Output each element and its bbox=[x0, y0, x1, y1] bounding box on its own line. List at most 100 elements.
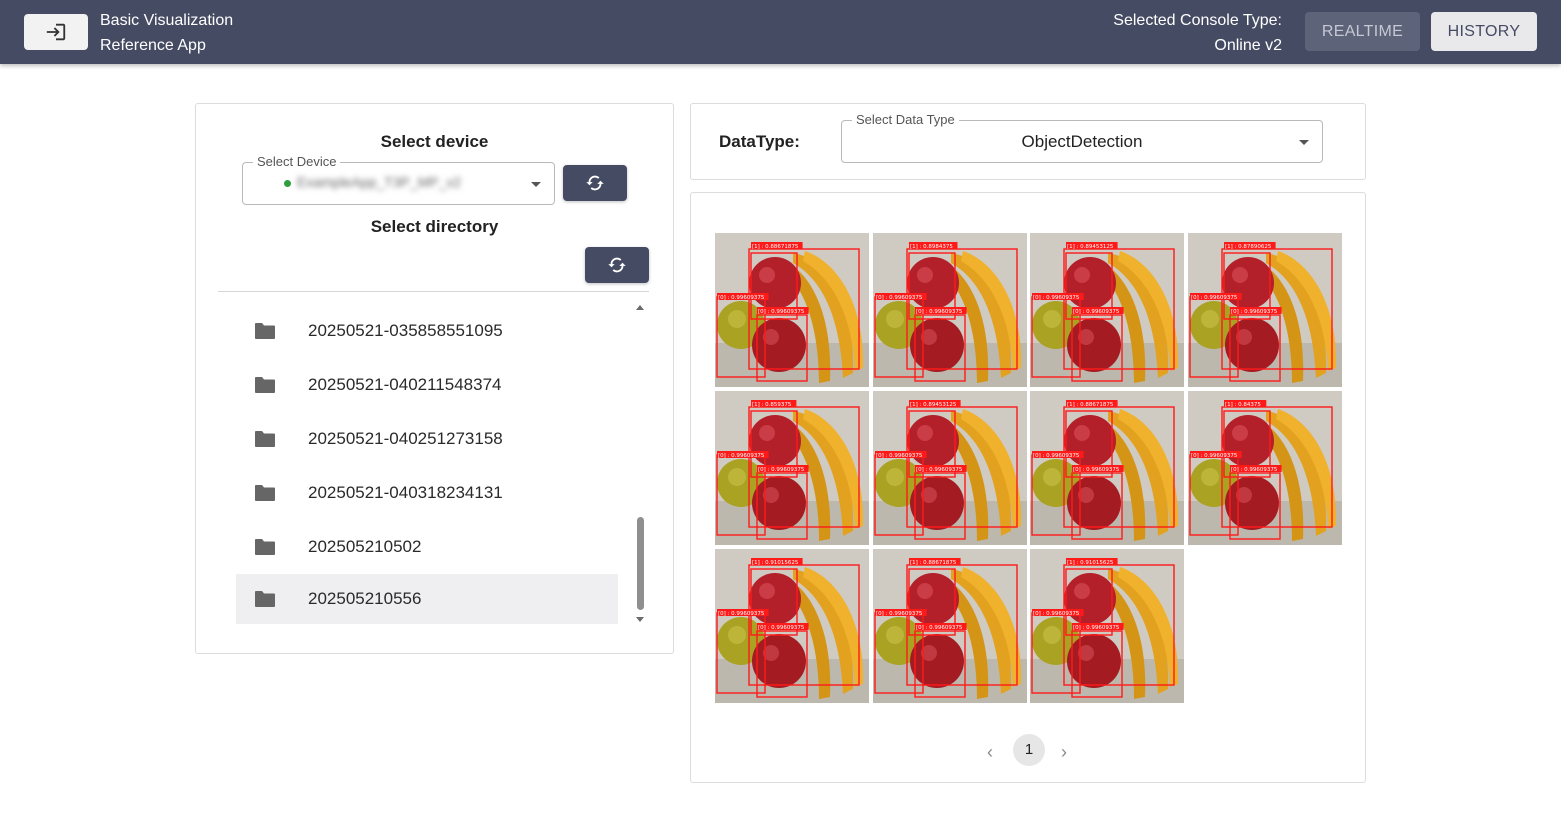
device-directory-panel: Select device Select Device ExampleApp_T… bbox=[195, 103, 674, 654]
app-title-line2: Reference App bbox=[100, 37, 206, 54]
svg-text:[0] : 0.99609375: [0] : 0.99609375 bbox=[758, 625, 805, 631]
directory-refresh-button[interactable] bbox=[585, 247, 649, 283]
chevron-left-icon[interactable]: ‹ bbox=[987, 742, 993, 763]
svg-text:[0] : 0.99609375: [0] : 0.99609375 bbox=[1073, 625, 1120, 631]
device-select[interactable]: Select Device ExampleApp_T3P_MP_v2 bbox=[242, 154, 555, 205]
svg-text:[0] : 0.99609375: [0] : 0.99609375 bbox=[876, 453, 923, 459]
svg-text:[0] : 0.99609375: [0] : 0.99609375 bbox=[718, 295, 765, 301]
fruit-photo: [1] : 0.91015625 [0] : 0.99609375 [0] : 0.… bbox=[715, 549, 869, 703]
directory-item[interactable]: 20250521-040251273158 bbox=[236, 412, 618, 466]
svg-text:[0] : 0.99609375: [0] : 0.99609375 bbox=[1033, 611, 1080, 617]
folder-icon bbox=[255, 485, 275, 501]
app-title-line1: Basic Visualization bbox=[100, 12, 234, 29]
detection-thumbnail[interactable]: [1] : 0.8984375 [0] : 0.99609375 [0] : 0.9… bbox=[872, 233, 1027, 387]
data-type-label: DataType: bbox=[719, 132, 800, 151]
svg-text:[1] : 0.88671875: [1] : 0.88671875 bbox=[752, 244, 799, 250]
svg-text:[0] : 0.99609375: [0] : 0.99609375 bbox=[916, 309, 963, 315]
detection-thumbnail[interactable]: [1] : 0.88671875 [0] : 0.99609375 [0] : 0.… bbox=[715, 233, 869, 387]
svg-text:[0] : 0.99609375: [0] : 0.99609375 bbox=[758, 467, 805, 473]
detection-thumbnail[interactable]: [1] : 0.89453125 [0] : 0.99609375 [0] : 0.… bbox=[1030, 233, 1184, 387]
chevron-down-icon bbox=[1299, 140, 1309, 145]
svg-text:[1] : 0.8984375: [1] : 0.8984375 bbox=[910, 244, 953, 250]
directory-item-label: 20250521-035858551095 bbox=[308, 321, 503, 340]
svg-text:[0] : 0.99609375: [0] : 0.99609375 bbox=[1231, 309, 1278, 315]
refresh-icon bbox=[586, 175, 604, 191]
svg-text:[1] : 0.91015625: [1] : 0.91015625 bbox=[752, 560, 799, 566]
login-icon bbox=[46, 23, 66, 41]
data-type-select-label: Select Data Type bbox=[852, 112, 959, 127]
directory-item-label: 20250521-040251273158 bbox=[308, 429, 503, 448]
folder-icon bbox=[255, 539, 275, 555]
fruit-photo: [1] : 0.91015625 [0] : 0.99609375 [0] : 0.… bbox=[1030, 549, 1184, 703]
fruit-photo: [1] : 0.84375 [0] : 0.99609375 [0] : 0.996… bbox=[1187, 391, 1342, 545]
directory-item-label: 20250521-040318234131 bbox=[308, 483, 503, 502]
realtime-button[interactable]: REALTIME bbox=[1305, 12, 1420, 51]
page-button-current[interactable]: 1 bbox=[1013, 734, 1045, 766]
fruit-photo: [1] : 0.89453125 [0] : 0.99609375 [0] : 0.… bbox=[872, 391, 1027, 545]
fruit-photo: [1] : 0.88671875 [0] : 0.99609375 [0] : 0.… bbox=[872, 549, 1027, 703]
detection-thumbnail[interactable]: [1] : 0.88671875 [0] : 0.99609375 [0] : 0.… bbox=[872, 549, 1027, 703]
data-type-select-value: ObjectDetection bbox=[1021, 132, 1143, 151]
detection-thumbnail[interactable]: [1] : 0.91015625 [0] : 0.99609375 [0] : 0.… bbox=[715, 549, 869, 703]
data-type-select[interactable]: Select Data Type ObjectDetection bbox=[841, 112, 1323, 163]
fruit-photo: [1] : 0.88671875 [0] : 0.99609375 [0] : 0.… bbox=[715, 233, 869, 387]
console-type-indicator: Selected Console Type: Online v2 bbox=[1113, 8, 1282, 58]
fruit-photo: [1] : 0.859375 [0] : 0.99609375 [0] : 0.99… bbox=[715, 391, 869, 545]
folder-icon bbox=[255, 431, 275, 447]
svg-text:[0] : 0.99609375: [0] : 0.99609375 bbox=[718, 453, 765, 459]
svg-text:[1] : 0.89453125: [1] : 0.89453125 bbox=[1067, 244, 1114, 250]
detection-thumbnail[interactable]: [1] : 0.87890625 [0] : 0.99609375 [0] : 0.… bbox=[1187, 233, 1342, 387]
svg-text:[1] : 0.859375: [1] : 0.859375 bbox=[752, 402, 792, 408]
directory-item[interactable]: 20250521-040318234131 bbox=[236, 466, 618, 520]
select-device-heading: Select device bbox=[380, 132, 489, 151]
svg-text:[0] : 0.99609375: [0] : 0.99609375 bbox=[1033, 295, 1080, 301]
select-directory-heading: Select directory bbox=[370, 217, 499, 236]
svg-text:[0] : 0.99609375: [0] : 0.99609375 bbox=[916, 467, 963, 473]
svg-text:[0] : 0.99609375: [0] : 0.99609375 bbox=[718, 611, 765, 617]
console-type-label: Selected Console Type: bbox=[1113, 12, 1282, 29]
folder-icon bbox=[255, 377, 275, 393]
device-status-dot bbox=[284, 180, 291, 187]
data-type-panel: DataType: Select Data Type ObjectDetecti… bbox=[690, 103, 1366, 180]
refresh-icon bbox=[608, 257, 626, 273]
svg-text:[0] : 0.99609375: [0] : 0.99609375 bbox=[1073, 309, 1120, 315]
app-bar: Basic Visualization Reference App Select… bbox=[0, 0, 1561, 64]
detection-thumbnail[interactable]: [1] : 0.84375 [0] : 0.99609375 [0] : 0.996… bbox=[1187, 391, 1342, 545]
svg-text:[0] : 0.99609375: [0] : 0.99609375 bbox=[876, 611, 923, 617]
divider bbox=[218, 291, 649, 292]
directory-item-label: 202505210556 bbox=[308, 589, 422, 608]
directory-list: 20250521-035858551095 20250521-040211548… bbox=[236, 304, 618, 624]
scrollbar-thumb[interactable] bbox=[637, 517, 644, 610]
directory-item[interactable]: 20250521-040211548374 bbox=[236, 358, 618, 412]
detection-thumbnail[interactable]: [1] : 0.91015625 [0] : 0.99609375 [0] : 0.… bbox=[1030, 549, 1184, 703]
svg-text:[0] : 0.99609375: [0] : 0.99609375 bbox=[1191, 295, 1238, 301]
device-refresh-button[interactable] bbox=[563, 165, 627, 201]
detection-thumbnail[interactable]: [1] : 0.859375 [0] : 0.99609375 [0] : 0.99… bbox=[715, 391, 869, 545]
detection-thumbnail[interactable]: [1] : 0.88671875 [0] : 0.99609375 [0] : 0.… bbox=[1030, 391, 1184, 545]
svg-text:[1] : 0.91015625: [1] : 0.91015625 bbox=[1067, 560, 1114, 566]
svg-text:[0] : 0.99609375: [0] : 0.99609375 bbox=[1033, 453, 1080, 459]
fruit-photo: [1] : 0.89453125 [0] : 0.99609375 [0] : 0.… bbox=[1030, 233, 1184, 387]
svg-text:[0] : 0.99609375: [0] : 0.99609375 bbox=[1191, 453, 1238, 459]
folder-icon bbox=[255, 591, 275, 607]
image-gallery-panel: [1] : 0.88671875 [0] : 0.99609375 [0] : 0.… bbox=[690, 192, 1366, 783]
fruit-photo: [1] : 0.8984375 [0] : 0.99609375 [0] : 0.9… bbox=[872, 233, 1027, 387]
exit-button[interactable] bbox=[24, 14, 88, 50]
svg-text:[1] : 0.84375: [1] : 0.84375 bbox=[1225, 402, 1261, 408]
scroll-down-arrow[interactable] bbox=[636, 617, 644, 622]
directory-item-selected[interactable]: 202505210556 bbox=[236, 574, 618, 624]
svg-text:[0] : 0.99609375: [0] : 0.99609375 bbox=[1231, 467, 1278, 473]
svg-text:[1] : 0.88671875: [1] : 0.88671875 bbox=[1067, 402, 1114, 408]
svg-text:[1] : 0.88671875: [1] : 0.88671875 bbox=[910, 560, 957, 566]
device-select-value: ExampleApp_T3P_MP_v2 bbox=[297, 174, 462, 190]
directory-item[interactable]: 202505210502 bbox=[236, 520, 618, 574]
history-button[interactable]: HISTORY bbox=[1431, 12, 1537, 51]
folder-icon bbox=[255, 323, 275, 339]
chevron-down-icon bbox=[531, 182, 541, 187]
svg-text:[0] : 0.99609375: [0] : 0.99609375 bbox=[1073, 467, 1120, 473]
directory-item[interactable]: 20250521-035858551095 bbox=[236, 304, 618, 358]
chevron-right-icon[interactable]: › bbox=[1061, 742, 1067, 763]
fruit-photo: [1] : 0.88671875 [0] : 0.99609375 [0] : 0.… bbox=[1030, 391, 1184, 545]
scroll-up-arrow[interactable] bbox=[636, 305, 644, 310]
detection-thumbnail[interactable]: [1] : 0.89453125 [0] : 0.99609375 [0] : 0.… bbox=[872, 391, 1027, 545]
